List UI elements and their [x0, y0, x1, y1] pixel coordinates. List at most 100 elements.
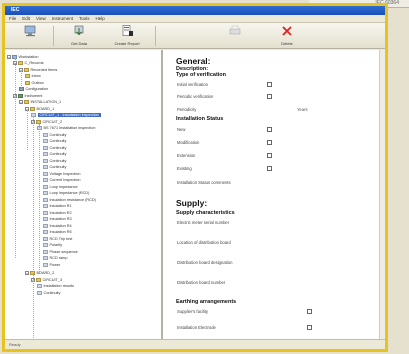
tree-node-label: Insulation R2: [49, 210, 72, 215]
tree-node[interactable]: Insulation resistance (RCD): [43, 197, 96, 202]
menu-tools[interactable]: Tools: [79, 16, 90, 21]
doc-icon: [37, 284, 42, 288]
tree-node[interactable]: Voltage Inspection: [43, 171, 81, 176]
tree-node[interactable]: − CIRCUIT_2: [31, 119, 62, 124]
tree-node[interactable]: Insulation R4: [43, 223, 72, 228]
tree-node[interactable]: − C_Records: [13, 61, 44, 66]
tree-node-label: Phase sequence: [49, 249, 78, 254]
tree-node[interactable]: − Instrument: [13, 93, 42, 98]
doc-icon: [43, 230, 48, 234]
delete-button[interactable]: Delete: [267, 25, 307, 47]
menu-help[interactable]: Help: [96, 16, 105, 21]
report-icon: [122, 25, 133, 36]
menu-file[interactable]: File: [9, 16, 16, 21]
tree-node[interactable]: Inbox: [25, 74, 41, 79]
menu-edit[interactable]: Edit: [22, 16, 30, 21]
distribution-number-label: Distribution board number: [177, 280, 226, 285]
distribution-number-row: Distribution board number: [177, 280, 377, 286]
tree-connector-line: [21, 70, 22, 90]
title-bar[interactable]: IEC: [5, 6, 385, 15]
tree-node[interactable]: Installation results: [37, 284, 74, 289]
tree-node[interactable]: − INSTALLATION_1: [19, 100, 61, 105]
tree-node[interactable]: Polarity: [43, 243, 62, 248]
initial-verification-checkbox[interactable]: [267, 82, 272, 87]
tree-node[interactable]: − Workstation: [7, 54, 38, 59]
tree-node[interactable]: − Recorded Items: [19, 67, 57, 72]
periodicity-row: Periodicity Years: [177, 107, 377, 113]
status-modification-checkbox[interactable]: [267, 140, 272, 145]
periodicity-value[interactable]: Years: [297, 107, 308, 112]
tree-node[interactable]: Outbox: [25, 80, 44, 85]
tree-node-label: CIRCUIT_1 - Installation inspection: [37, 113, 101, 117]
tree-node[interactable]: CIRCUIT_1 - Installation inspection: [31, 113, 101, 118]
menu-view[interactable]: View: [36, 16, 46, 21]
doc-icon: [43, 262, 48, 267]
tree-node-label: Instrument: [24, 93, 43, 98]
tree-node[interactable]: Loop impedance (RCD): [43, 191, 89, 196]
tree-node[interactable]: Continuity: [43, 152, 66, 157]
tree-node[interactable]: RCD Trip test: [43, 236, 72, 241]
tree-node[interactable]: − BOARD_1: [25, 106, 54, 111]
tree-node-label: RCD ramp: [49, 256, 68, 260]
tree-node[interactable]: Insulation R3: [43, 217, 72, 222]
tree-node[interactable]: Insulation R2: [43, 210, 72, 215]
print-button[interactable]: [215, 25, 255, 47]
meter-serial-label: Electric meter serial number: [177, 220, 230, 225]
create-report-button[interactable]: Create Report: [107, 25, 147, 47]
tree-connector-line: [39, 124, 40, 274]
suppliers-facility-checkbox[interactable]: [307, 309, 312, 314]
tree-node[interactable]: Continuity: [43, 165, 66, 170]
tree-node-label: RCD Trip test: [49, 236, 73, 241]
distribution-location-row: Location of distribution board: [177, 240, 377, 246]
tree-node-label: Continuity: [49, 158, 67, 163]
tree-node[interactable]: Insulation R1: [43, 204, 72, 209]
menu-bar: File Edit View Instrument Tools Help: [5, 15, 385, 23]
tree-node[interactable]: Continuity: [37, 290, 60, 295]
status-bar: Ready: [5, 339, 385, 349]
get-data-label: Get Data: [70, 41, 87, 46]
tree-node[interactable]: Continuity: [43, 158, 66, 163]
tree-node-label: Configuration: [25, 87, 49, 91]
general-heading: General:: [176, 56, 211, 66]
tree-node-label: Continuity: [49, 145, 67, 150]
computer-button[interactable]: [11, 25, 51, 47]
doc-icon: [43, 243, 48, 247]
panel-scrollbar[interactable]: [379, 50, 385, 339]
get-data-button[interactable]: Get Data: [59, 25, 99, 47]
tree-node[interactable]: − CIRCUIT_3: [31, 277, 62, 282]
expand-toggle-icon[interactable]: −: [25, 271, 29, 276]
tree-node[interactable]: Continuity: [43, 132, 66, 137]
toolbar-separator: [155, 26, 156, 46]
installation-electrode-checkbox[interactable]: [307, 325, 312, 330]
toolbar-separator: [53, 26, 54, 46]
printer-icon: [229, 25, 241, 35]
tree-node[interactable]: Continuity: [43, 145, 66, 150]
tree-node[interactable]: Loop impedance: [43, 184, 78, 189]
expand-toggle-icon[interactable]: −: [7, 54, 11, 59]
tree-node[interactable]: BS 7671 Installation inspection: [37, 126, 95, 131]
periodic-verification-checkbox[interactable]: [267, 94, 272, 99]
tree-node[interactable]: Continuity: [43, 139, 66, 144]
details-panel: General: Description: Type of verificati…: [163, 50, 385, 339]
delete-icon: [282, 26, 292, 36]
computer-icon: [24, 25, 36, 37]
doc-icon: [43, 236, 48, 241]
folder-icon: [30, 106, 35, 111]
status-extension-checkbox[interactable]: [267, 153, 272, 158]
status-existing-checkbox[interactable]: [267, 166, 272, 171]
tree-node[interactable]: Configuration: [19, 87, 48, 92]
tree-node[interactable]: RCD ramp: [43, 256, 67, 261]
menu-instrument[interactable]: Instrument: [52, 16, 73, 21]
tree-node[interactable]: Current Inspection: [43, 178, 81, 183]
tree-node[interactable]: Phase sequence: [43, 249, 78, 254]
tree-node[interactable]: Insulation R5: [43, 230, 72, 235]
tree-node-label: Insulation R1: [49, 204, 72, 208]
folder-icon: [18, 61, 23, 65]
tree-view[interactable]: − Workstation − C_Records − Recorded Items Inb…: [5, 50, 163, 339]
periodic-verification-label: Periodic verification: [177, 94, 214, 99]
doc-icon: [37, 290, 42, 295]
status-new-checkbox[interactable]: [267, 127, 272, 132]
tree-node[interactable]: Power: [43, 262, 60, 267]
folder-icon: [36, 277, 41, 282]
expand-toggle-icon[interactable]: −: [19, 100, 23, 105]
